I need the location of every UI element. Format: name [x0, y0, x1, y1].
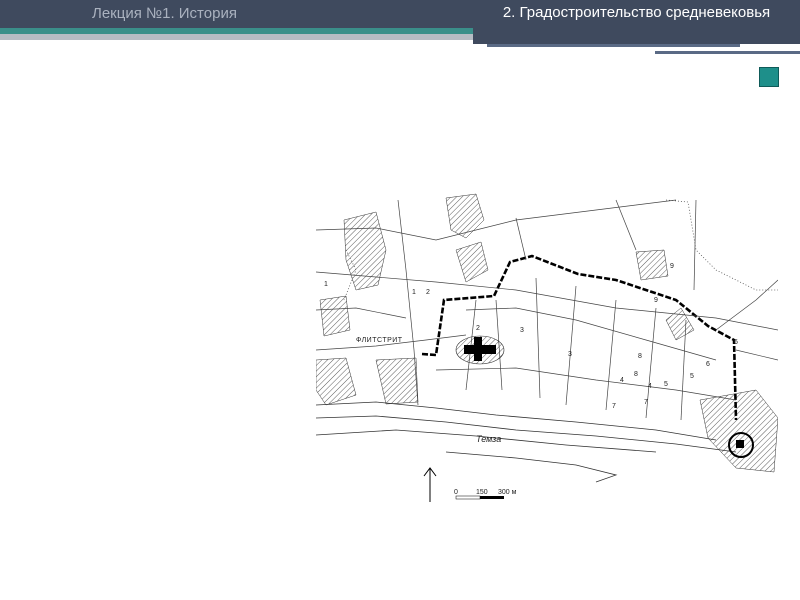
scale-bar: 0 150 300 м	[454, 489, 517, 500]
district-number: 5	[664, 381, 668, 388]
district-number: 2	[426, 289, 430, 296]
map-svg: 0 150 300 м ФЛИТСТРИТ Темза 1 1 2 2 3 3 …	[316, 193, 778, 502]
district-number: 9	[670, 263, 674, 270]
cathedral-icon	[455, 335, 505, 365]
north-arrow-icon	[423, 467, 437, 502]
river-label: Темза	[476, 434, 501, 444]
district-number: 6	[734, 339, 738, 346]
grey-strip	[0, 34, 473, 40]
scale-label: 150	[476, 489, 488, 496]
district-number: 7	[644, 399, 648, 406]
accent-square-icon	[759, 67, 779, 87]
district-number: 8	[638, 353, 642, 360]
district-number: 3	[520, 327, 524, 334]
district-number: 3	[568, 351, 572, 358]
district-number: 4	[648, 383, 652, 390]
district-number: 2	[476, 325, 480, 332]
accent-line	[487, 44, 740, 47]
scale-label: 0	[454, 489, 458, 496]
district-number: 1	[412, 289, 416, 296]
accent-line	[655, 51, 800, 54]
dotted-boundaries	[343, 199, 778, 301]
medieval-city-map: 0 150 300 м ФЛИТСТРИТ Темза 1 1 2 2 3 3 …	[316, 190, 778, 506]
district-number: 9	[654, 297, 658, 304]
district-number: 1	[324, 281, 328, 288]
street-label: ФЛИТСТРИТ	[356, 337, 403, 344]
section-title: 2. Градостроительство средневековья	[502, 4, 771, 21]
scale-label: 300 м	[498, 489, 517, 496]
district-number: 4	[620, 377, 624, 384]
district-number: 6	[706, 361, 710, 368]
district-number: 5	[690, 373, 694, 380]
district-number: 8	[634, 371, 638, 378]
district-number: 7	[612, 403, 616, 410]
river-banks	[316, 401, 737, 483]
section-title-panel: 2. Градостроительство средневековья	[473, 0, 800, 44]
